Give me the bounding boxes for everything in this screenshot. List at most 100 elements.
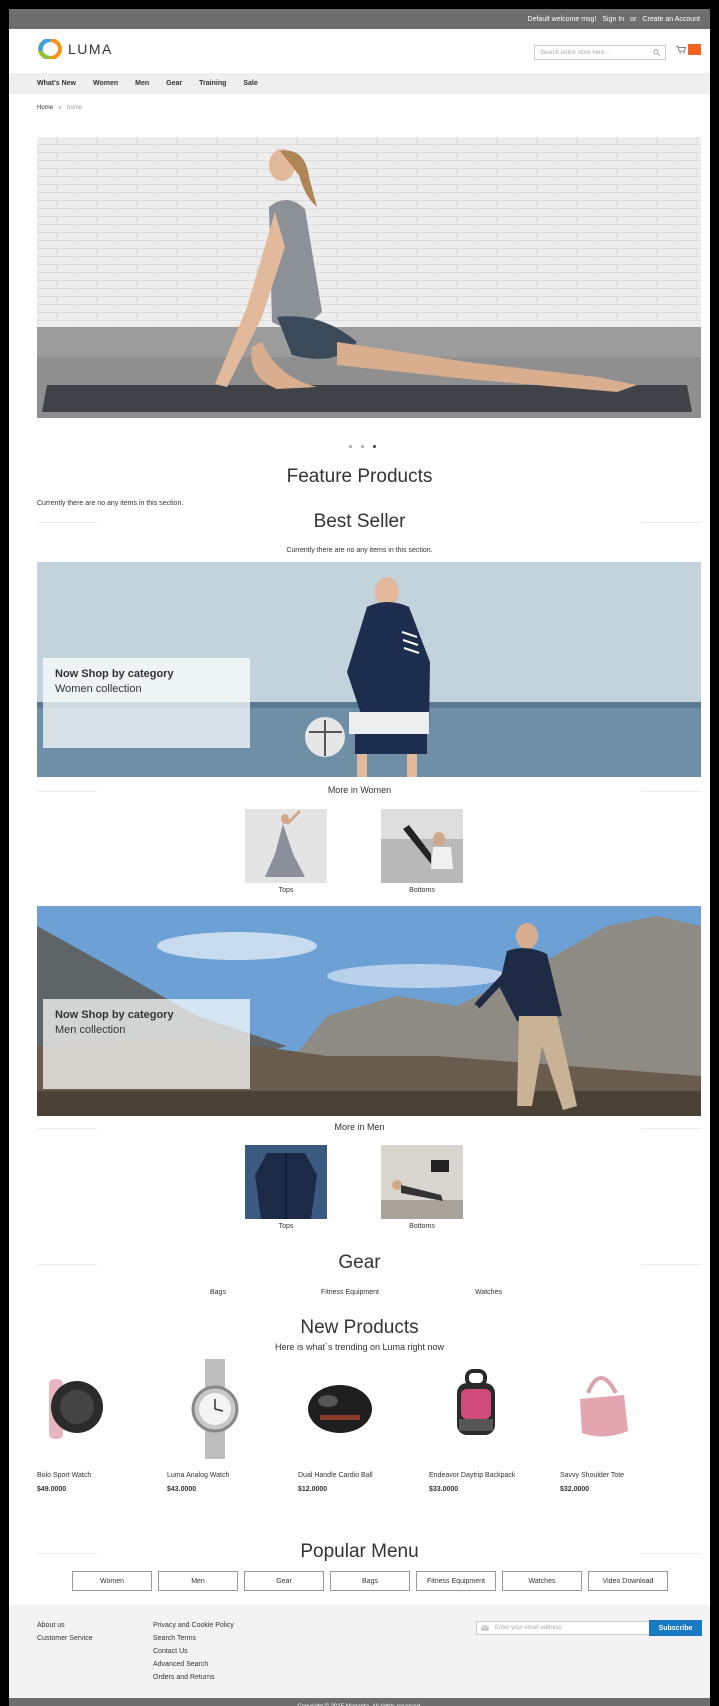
popular-button-bags[interactable]: Bags [330, 1571, 410, 1591]
divider [37, 1264, 97, 1265]
product-price: $32.0000 [560, 1486, 590, 1493]
men-banner-subtitle: Men collection [55, 1024, 126, 1036]
best-seller-title: Best Seller [313, 511, 406, 532]
cart-icon[interactable] [676, 45, 686, 54]
footer-link-privacy[interactable]: Privacy and Cookie Policy [153, 1619, 234, 1632]
women-banner-subtitle: Women collection [55, 683, 142, 695]
women-category-banner[interactable]: Now Shop by category Women collection [37, 562, 701, 777]
welcome-message: Default welcome msg! [527, 15, 597, 23]
breadcrumb: Home › home [9, 94, 710, 124]
men-banner-card: Now Shop by category Men collection [43, 999, 250, 1089]
men-tops-thumbnail[interactable] [245, 1145, 327, 1219]
women-bottoms-label[interactable]: Bottoms [381, 887, 463, 894]
product-card[interactable]: Bolo Sport Watch $49.0000 [37, 1359, 147, 1493]
product-image[interactable] [560, 1359, 660, 1459]
product-name[interactable]: Endeavor Daytrip Backpack [429, 1471, 539, 1480]
product-name[interactable]: Savvy Shoulder Tote [560, 1471, 670, 1480]
product-card[interactable]: Savvy Shoulder Tote $32.0000 [560, 1359, 670, 1493]
gear-link-watches[interactable]: Watches [475, 1289, 502, 1296]
product-image[interactable] [429, 1359, 529, 1459]
men-banner-title: Now Shop by category [55, 1009, 174, 1021]
new-products-title: New Products [300, 1317, 419, 1338]
footer-link-customer-service[interactable]: Customer Service [37, 1632, 93, 1645]
nav-item-gear[interactable]: Gear [166, 80, 182, 87]
women-bottoms-thumbnail[interactable] [381, 809, 463, 883]
nav-item-men[interactable]: Men [135, 80, 149, 87]
breadcrumb-home[interactable]: Home [37, 105, 53, 124]
search-input[interactable]: Search entire store here... [534, 45, 666, 60]
yoga-hero-illustration [37, 137, 701, 418]
breadcrumb-current: home [67, 105, 83, 111]
product-price: $43.0000 [167, 1486, 197, 1493]
footer-link-orders-returns[interactable]: Orders and Returns [153, 1671, 234, 1684]
product-image[interactable] [167, 1359, 267, 1459]
slider-dot-3[interactable] [373, 445, 376, 448]
footer-link-contact-us[interactable]: Contact Us [153, 1645, 234, 1658]
main-navigation: What's New Women Men Gear Training Sale [9, 73, 710, 94]
product-name[interactable]: Bolo Sport Watch [37, 1471, 147, 1480]
slider-dot-1[interactable] [349, 445, 352, 448]
product-image[interactable] [298, 1359, 398, 1459]
gear-title: Gear [338, 1252, 381, 1273]
create-account-link[interactable]: Create an Account [642, 16, 700, 23]
divider [641, 791, 701, 792]
popular-button-women[interactable]: Women [72, 1571, 152, 1591]
footer-column-2: Privacy and Cookie Policy Search Terms C… [153, 1619, 234, 1684]
top-bar: Default welcome msg! Sign In or Create a… [9, 9, 710, 29]
subscribe-button[interactable]: Subscribe [649, 1620, 702, 1636]
product-image[interactable] [37, 1359, 137, 1459]
hero-slider-image[interactable] [37, 137, 701, 418]
women-tops-label[interactable]: Tops [245, 887, 327, 894]
divider [641, 1553, 701, 1554]
footer-link-about-us[interactable]: About us [37, 1619, 93, 1632]
gear-link-fitness-equipment[interactable]: Fitness Equipment [321, 1289, 379, 1296]
divider [37, 791, 97, 792]
search-placeholder: Search entire store here... [540, 49, 610, 56]
search-icon[interactable] [653, 49, 660, 56]
product-name[interactable]: Dual Handle Cardio Ball [298, 1471, 408, 1480]
page-frame: Default welcome msg! Sign In or Create a… [9, 9, 710, 1706]
product-price: $49.0000 [37, 1486, 67, 1493]
minicart[interactable] [676, 44, 701, 55]
cart-counter-badge [688, 44, 701, 55]
men-bottoms-thumbnail[interactable] [381, 1145, 463, 1219]
logo[interactable]: LUMA [38, 39, 113, 59]
more-in-women-label: More in Women [327, 785, 392, 795]
envelope-icon [481, 1625, 489, 1631]
footer-link-advanced-search[interactable]: Advanced Search [153, 1658, 234, 1671]
women-tops-thumbnail[interactable] [245, 809, 327, 883]
new-products-subtitle: Here is what`s trending on Luma right no… [274, 1342, 445, 1352]
popular-button-video-download[interactable]: Video Download [588, 1571, 668, 1591]
men-tops-label[interactable]: Tops [245, 1223, 327, 1230]
divider [37, 1128, 97, 1129]
nav-item-training[interactable]: Training [199, 80, 226, 87]
newsletter-email-input[interactable]: Enter your email address [476, 1621, 651, 1635]
divider [641, 1128, 701, 1129]
nav-item-whats-new[interactable]: What's New [37, 80, 76, 87]
product-price: $33.0000 [429, 1486, 459, 1493]
sign-in-link[interactable]: Sign In [602, 16, 624, 23]
divider [641, 1264, 701, 1265]
feature-products-title: Feature Products [286, 466, 433, 487]
footer-link-search-terms[interactable]: Search Terms [153, 1632, 234, 1645]
copyright-bar: Copyright © 2015 Magento. All rights res… [9, 1698, 710, 1706]
product-card[interactable]: Luma Analog Watch $43.0000 [167, 1359, 277, 1493]
men-category-banner[interactable]: Now Shop by category Men collection [37, 906, 701, 1116]
product-card[interactable]: Dual Handle Cardio Ball $12.0000 [298, 1359, 408, 1493]
popular-button-watches[interactable]: Watches [502, 1571, 582, 1591]
site-footer: About us Customer Service Privacy and Co… [9, 1605, 710, 1698]
slider-dot-2[interactable] [361, 445, 364, 448]
popular-button-gear[interactable]: Gear [244, 1571, 324, 1591]
popular-button-fitness-equipment[interactable]: Fitness Equipment [416, 1571, 496, 1591]
men-bottoms-label[interactable]: Bottoms [381, 1223, 463, 1230]
product-name[interactable]: Luma Analog Watch [167, 1471, 277, 1480]
product-card[interactable]: Endeavor Daytrip Backpack $33.0000 [429, 1359, 539, 1493]
nav-item-sale[interactable]: Sale [243, 80, 257, 87]
women-banner-card: Now Shop by category Women collection [43, 658, 250, 748]
gear-link-bags[interactable]: Bags [210, 1289, 226, 1296]
popular-menu-buttons: Women Men Gear Bags Fitness Equipment Wa… [72, 1571, 668, 1591]
nav-item-women[interactable]: Women [93, 80, 118, 87]
divider [37, 1553, 97, 1554]
popular-menu-title: Popular Menu [300, 1541, 419, 1562]
popular-button-men[interactable]: Men [158, 1571, 238, 1591]
